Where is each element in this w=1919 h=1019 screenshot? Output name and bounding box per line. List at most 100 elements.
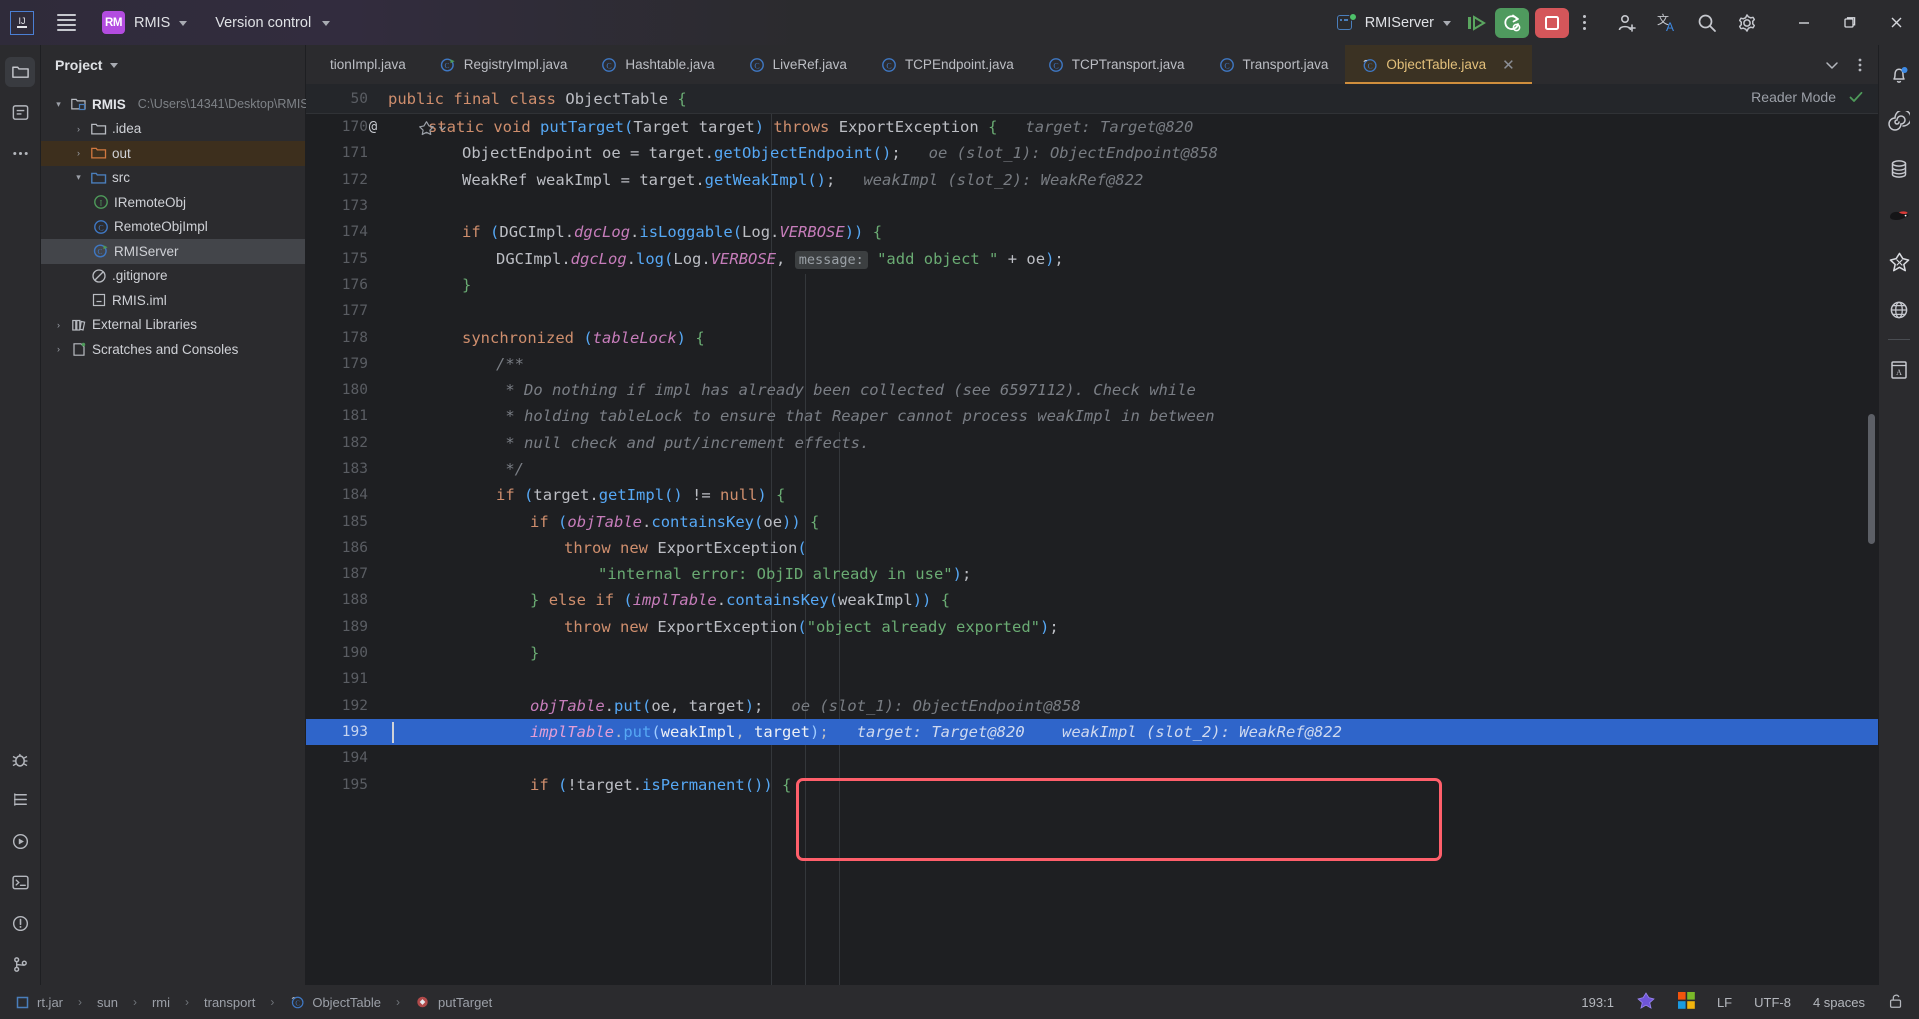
- breadcrumb-item-sun[interactable]: sun: [97, 995, 118, 1010]
- sidebar-item-translation[interactable]: A: [1879, 346, 1919, 393]
- tree-node-rmiserver[interactable]: C RMIServer: [41, 239, 305, 264]
- sticky-header-line[interactable]: 50 public final class ObjectTable {: [306, 84, 1878, 114]
- tree-node-remoteobjimpl[interactable]: C RemoteObjImpl: [41, 215, 305, 240]
- project-panel-header[interactable]: Project: [41, 45, 305, 84]
- stop-button[interactable]: [1535, 7, 1569, 38]
- code-line-172[interactable]: 172 WeakRef weakImpl = target.getWeakImp…: [306, 167, 1878, 193]
- tab-hashtable-java[interactable]: C Hashtable.java: [584, 45, 732, 84]
- code-line-180[interactable]: 180 * Do nothing if impl has already bee…: [306, 377, 1878, 403]
- code-line-188[interactable]: 188 } else if (implTable.containsKey(wea…: [306, 587, 1878, 613]
- file-encoding[interactable]: UTF-8: [1754, 995, 1791, 1010]
- windows-logo-icon[interactable]: [1677, 992, 1695, 1012]
- search-everywhere-button[interactable]: [1687, 0, 1727, 45]
- code-line-183[interactable]: 183 */: [306, 456, 1878, 482]
- maximize-button[interactable]: [1827, 0, 1873, 45]
- more-run-actions-button[interactable]: [1569, 15, 1599, 30]
- code-line-182[interactable]: 182 * null check and put/increment effec…: [306, 430, 1878, 456]
- code-line-170[interactable]: 170 @ static void putTarget(Target targe…: [306, 114, 1878, 140]
- editor-scrollbar-thumb[interactable]: [1868, 414, 1875, 544]
- sidebar-item-notifications[interactable]: [1879, 51, 1919, 98]
- code-line-187[interactable]: 187 "internal error: ObjID already in us…: [306, 561, 1878, 587]
- code-line-184[interactable]: 184 if (target.getImpl() != null) {: [306, 482, 1878, 508]
- close-button[interactable]: [1873, 0, 1919, 45]
- tree-node-rmis-iml[interactable]: RMIS.iml: [41, 288, 305, 313]
- sidebar-item-debug[interactable]: [0, 739, 41, 780]
- breadcrumb-item-transport[interactable]: transport: [204, 995, 255, 1010]
- tab-liveref-java[interactable]: C LiveRef.java: [731, 45, 864, 84]
- sidebar-item-database[interactable]: [1879, 145, 1919, 192]
- code-line-193[interactable]: 193 implTable.put(weakImpl, target); tar…: [306, 718, 1878, 746]
- code-line-174[interactable]: 174 if (DGCImpl.dgcLog.isLoggable(Log.VE…: [306, 219, 1878, 245]
- reader-mode-indicator[interactable]: Reader Mode: [1751, 89, 1864, 105]
- breadcrumb-item-objecttable[interactable]: ObjectTable: [312, 995, 381, 1010]
- list-open-tabs-button[interactable]: [1818, 45, 1846, 84]
- sidebar-item-ai-assistant[interactable]: [1879, 98, 1919, 145]
- code-line-191[interactable]: 191: [306, 666, 1878, 692]
- main-menu-button[interactable]: [44, 0, 88, 45]
- run-configuration-selector[interactable]: RMIServer: [1333, 8, 1457, 38]
- tree-node-external-libraries[interactable]: › External Libraries: [41, 313, 305, 338]
- code-line-190[interactable]: 190 }: [306, 640, 1878, 666]
- run-button[interactable]: [1463, 9, 1491, 37]
- code-line-189[interactable]: 189 throw new ExportException("object al…: [306, 614, 1878, 640]
- tree-node-iremoteobj[interactable]: I IRemoteObj: [41, 190, 305, 215]
- code-line-177[interactable]: 177: [306, 298, 1878, 324]
- codegeex-inline-hint[interactable]: [418, 120, 447, 137]
- sidebar-item-problems[interactable]: [0, 903, 41, 944]
- tree-node-idea[interactable]: › .idea: [41, 117, 305, 142]
- code-line-181[interactable]: 181 * holding tableLock to ensure that R…: [306, 403, 1878, 429]
- sidebar-item-terminal[interactable]: [0, 862, 41, 903]
- code-line-185[interactable]: 185 if (objTable.containsKey(oe)) {: [306, 508, 1878, 534]
- sidebar-item-structure[interactable]: [0, 780, 41, 821]
- project-selector[interactable]: RM RMIS: [88, 0, 193, 45]
- tab-registryimpl-java[interactable]: C RegistryImpl.java: [422, 45, 585, 84]
- sidebar-item-project[interactable]: [0, 51, 41, 92]
- indent-setting[interactable]: 4 spaces: [1813, 995, 1865, 1010]
- settings-button[interactable]: [1727, 0, 1767, 45]
- code-line-192[interactable]: 192 objTable.put(oe, target); oe (slot_1…: [306, 693, 1878, 719]
- tree-node-src[interactable]: ▾ src: [41, 166, 305, 191]
- sidebar-item-commit[interactable]: [0, 92, 41, 133]
- sidebar-item-bird-plugin[interactable]: [1879, 192, 1919, 239]
- chevron-right-icon[interactable]: ›: [71, 124, 86, 134]
- chevron-expanded-icon[interactable]: ▾: [51, 99, 66, 110]
- tab-tcptransport-java[interactable]: C TCPTransport.java: [1030, 45, 1202, 84]
- codegeex-status-icon[interactable]: [1636, 991, 1656, 1014]
- code-line-178[interactable]: 178 synchronized (tableLock) {: [306, 324, 1878, 350]
- caret-position[interactable]: 193:1: [1581, 995, 1614, 1010]
- unlocked-readonly-icon[interactable]: [1887, 992, 1905, 1013]
- tree-node-out[interactable]: › out: [41, 141, 305, 166]
- code-line-195[interactable]: 195 if (!target.isPermanent()) {: [306, 771, 1878, 797]
- app-logo[interactable]: IJ: [0, 0, 44, 45]
- line-separator[interactable]: LF: [1717, 995, 1732, 1010]
- sidebar-item-version-control[interactable]: [0, 944, 41, 985]
- tree-node-scratches[interactable]: › Scratches and Consoles: [41, 337, 305, 362]
- breadcrumb-item-rmi[interactable]: rmi: [152, 995, 170, 1010]
- code-line-194[interactable]: 194: [306, 745, 1878, 771]
- sidebar-item-run[interactable]: [0, 821, 41, 862]
- close-icon[interactable]: ✕: [1502, 56, 1515, 74]
- override-gutter-icon[interactable]: @: [364, 119, 382, 135]
- code-line-176[interactable]: 176 }: [306, 272, 1878, 298]
- tab-objecttable-java[interactable]: C ObjectTable.java ✕: [1345, 45, 1533, 84]
- tree-node-rmis[interactable]: ▾ RMIS C:\Users\14341\Desktop\RMIS: [41, 92, 308, 117]
- tab-transport-java[interactable]: C Transport.java: [1201, 45, 1346, 84]
- tab-tcpendpoint-java[interactable]: C TCPEndpoint.java: [863, 45, 1031, 84]
- rerun-with-settings-button[interactable]: [1495, 7, 1529, 38]
- chevron-expanded-icon[interactable]: ▾: [71, 172, 86, 183]
- code-line-171[interactable]: 171 ObjectEndpoint oe = target.getObject…: [306, 140, 1878, 166]
- minimize-button[interactable]: [1781, 0, 1827, 45]
- code-editor[interactable]: 50 public final class ObjectTable { Read…: [306, 84, 1878, 985]
- chevron-right-icon[interactable]: ›: [51, 344, 66, 354]
- sidebar-item-more[interactable]: [0, 133, 41, 174]
- chevron-down-icon[interactable]: [438, 124, 447, 133]
- version-control-selector[interactable]: Version control: [193, 0, 340, 45]
- breadcrumb-item-rtjar[interactable]: rt.jar: [37, 995, 63, 1010]
- sidebar-item-web-preview[interactable]: [1879, 286, 1919, 333]
- code-line-186[interactable]: 186 throw new ExportException(: [306, 535, 1878, 561]
- add-user-button[interactable]: [1607, 0, 1647, 45]
- code-line-179[interactable]: 179 /**: [306, 351, 1878, 377]
- tab-options-button[interactable]: [1846, 45, 1874, 84]
- breadcrumb-item-puttarget[interactable]: putTarget: [438, 995, 492, 1010]
- code-line-173[interactable]: 173: [306, 193, 1878, 219]
